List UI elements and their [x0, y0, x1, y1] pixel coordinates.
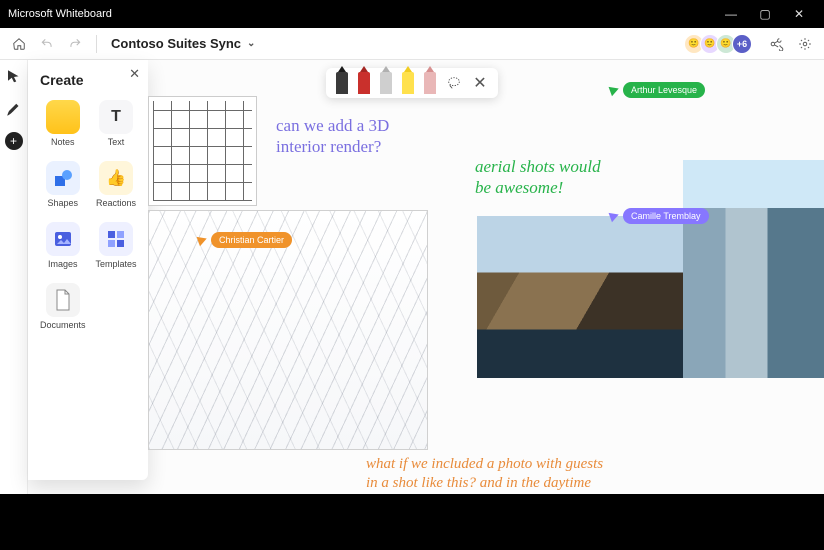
- undo-icon: [40, 37, 54, 51]
- tool-label: Templates: [96, 259, 137, 269]
- eraser-pen[interactable]: [424, 72, 436, 94]
- tool-label: Reactions: [96, 198, 136, 208]
- canvas-image-floorplan[interactable]: [148, 96, 257, 206]
- tool-text[interactable]: T Text: [94, 96, 139, 151]
- remote-cursor-camille: Camille Tremblay: [610, 208, 709, 224]
- plus-icon: +: [10, 135, 17, 147]
- remote-cursor-arthur: Arthur Levesque: [610, 82, 705, 98]
- settings-button[interactable]: [794, 33, 816, 55]
- lasso-tool-button[interactable]: [446, 75, 462, 91]
- panel-title: Create: [40, 72, 138, 88]
- tool-label: Text: [108, 137, 125, 147]
- cursor-pointer-icon: [197, 234, 209, 246]
- home-icon: [12, 37, 26, 51]
- image-icon: [46, 222, 80, 256]
- board-name-label: Contoso Suites Sync: [111, 36, 241, 51]
- tool-label: Notes: [51, 137, 75, 147]
- share-button[interactable]: [766, 33, 788, 55]
- cursor-name-tag: Arthur Levesque: [623, 82, 705, 98]
- tool-label: Images: [48, 259, 78, 269]
- add-tool-button[interactable]: +: [5, 132, 23, 150]
- pen-icon: [5, 100, 23, 118]
- window-titlebar: Microsoft Whiteboard — ▢ ✕: [0, 0, 824, 28]
- cursor-icon: [5, 68, 23, 86]
- left-toolrail: +: [0, 60, 28, 522]
- tool-notes[interactable]: Notes: [38, 96, 88, 151]
- document-icon: [46, 283, 80, 317]
- highlighter-yellow[interactable]: [402, 72, 414, 94]
- canvas-image-resort[interactable]: [477, 216, 683, 378]
- tool-templates[interactable]: Templates: [94, 218, 139, 273]
- tool-label: Documents: [40, 320, 86, 330]
- pen-pencil[interactable]: [380, 72, 392, 94]
- cursor-name-tag: Camille Tremblay: [623, 208, 709, 224]
- lasso-icon: [446, 75, 462, 91]
- thumbs-up-icon: 👍: [99, 161, 133, 195]
- bottom-letterbox: [0, 494, 824, 522]
- undo-button[interactable]: [36, 33, 58, 55]
- text-icon: T: [99, 100, 133, 134]
- panel-close-button[interactable]: ✕: [129, 66, 140, 82]
- window-close-button[interactable]: ✕: [782, 7, 816, 21]
- tool-shapes[interactable]: Shapes: [38, 157, 88, 212]
- sticky-note-icon: [46, 100, 80, 134]
- tool-images[interactable]: Images: [38, 218, 88, 273]
- app-title: Microsoft Whiteboard: [8, 8, 112, 20]
- tool-documents[interactable]: Documents: [38, 279, 88, 334]
- share-icon: [770, 37, 784, 51]
- ink-tool-button[interactable]: [5, 100, 23, 118]
- window-minimize-button[interactable]: —: [714, 7, 748, 21]
- pen-black[interactable]: [336, 72, 348, 94]
- ink-annotation-green[interactable]: aerial shots would be awesome!: [475, 156, 601, 199]
- toolbar-divider: [96, 35, 97, 53]
- cursor-pointer-icon: [609, 84, 621, 96]
- whiteboard-canvas[interactable]: + ✕ Create Notes T Text Shapes 👍 Rea: [0, 60, 824, 522]
- templates-icon: [99, 222, 133, 256]
- redo-icon: [68, 37, 82, 51]
- presence-more-badge: +6: [732, 34, 752, 54]
- presence-stack[interactable]: 🙂 🙂 🙂 +6: [688, 34, 752, 54]
- pen-tray-close-button[interactable]: ✕: [472, 75, 488, 91]
- pen-red[interactable]: [358, 72, 370, 94]
- home-button[interactable]: [8, 33, 30, 55]
- cursor-pointer-icon: [609, 210, 621, 222]
- window-restore-button[interactable]: ▢: [748, 7, 782, 21]
- ink-annotation-purple[interactable]: can we add a 3D interior render?: [276, 115, 389, 158]
- gear-icon: [798, 37, 812, 51]
- shapes-icon: [46, 161, 80, 195]
- redo-button[interactable]: [64, 33, 86, 55]
- create-panel: ✕ Create Notes T Text Shapes 👍 Reactions: [28, 60, 148, 480]
- tool-label: Shapes: [48, 198, 79, 208]
- tool-reactions[interactable]: 👍 Reactions: [94, 157, 139, 212]
- app-toolbar: Contoso Suites Sync ⌄ 🙂 🙂 🙂 +6: [0, 28, 824, 60]
- cursor-name-tag: Christian Cartier: [211, 232, 292, 248]
- pen-tray: ✕: [326, 68, 498, 98]
- ink-annotation-orange[interactable]: what if we included a photo with guests …: [366, 455, 603, 493]
- chevron-down-icon: ⌄: [247, 38, 255, 49]
- board-name-dropdown[interactable]: Contoso Suites Sync ⌄: [107, 34, 259, 53]
- select-tool-button[interactable]: [5, 68, 23, 86]
- remote-cursor-christian: Christian Cartier: [198, 232, 292, 248]
- canvas-image-lobby[interactable]: [683, 160, 824, 378]
